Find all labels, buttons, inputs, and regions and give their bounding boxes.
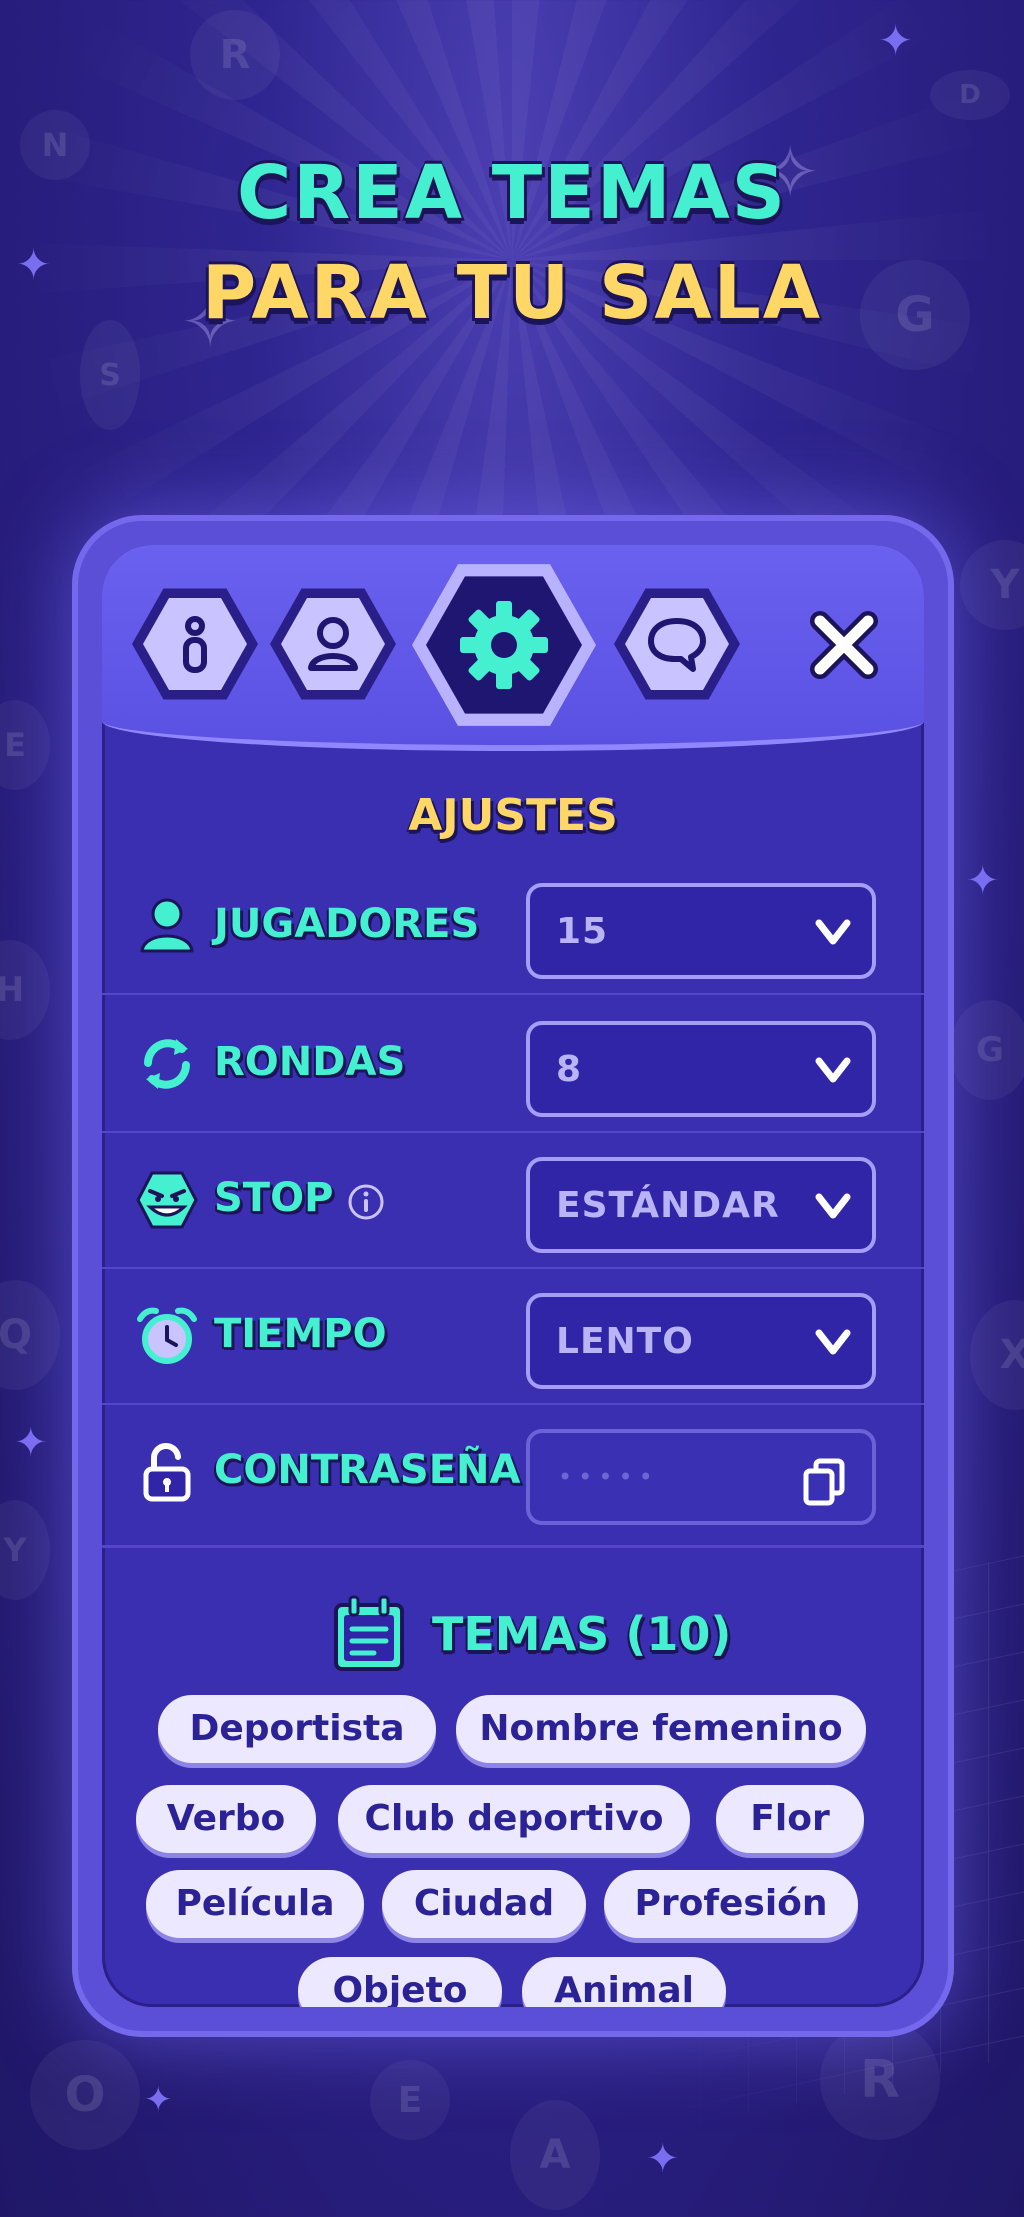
setting-row-stop: STOP ESTÁNDAR [102,1131,924,1269]
settings-title: AJUSTES [408,790,618,841]
monster-face-icon [136,1171,198,1229]
rounds-value: 8 [556,1049,583,1090]
headline-line-1: CREA TEMAS [236,150,788,236]
decorative-coin: G [950,1000,1024,1100]
setting-row-players: JUGADORES 15 [102,857,924,995]
chevron-down-icon [815,1193,851,1219]
chevron-down-icon [815,1057,851,1083]
setting-row-rounds: RONDAS 8 [102,995,924,1133]
stop-label: STOP [214,1175,334,1221]
theme-chip[interactable]: Profesión [604,1870,858,1938]
password-value: ••••• [558,1463,659,1491]
close-icon[interactable] [804,605,884,685]
alarm-clock-icon [137,1307,197,1364]
time-label: TIEMPO [214,1311,387,1357]
chat-icon [648,618,706,672]
decorative-coin: X [970,1300,1024,1410]
password-label: CONTRASEÑA [214,1447,521,1493]
tab-chat[interactable] [614,588,740,700]
divider [102,1545,924,1548]
players-select[interactable]: 15 [526,883,876,979]
decorative-coin: R [820,2020,940,2140]
theme-chip[interactable]: Deportista [158,1695,436,1763]
decorative-coin: O [30,2040,140,2150]
notepad-icon [334,1595,404,1671]
tab-info[interactable] [132,588,258,700]
gear-icon [460,601,548,689]
players-label: JUGADORES [214,901,480,947]
password-field[interactable]: ••••• [526,1429,876,1525]
stop-value: ESTÁNDAR [556,1185,780,1226]
theme-chip[interactable]: Ciudad [382,1870,586,1938]
decorative-coin: H [0,940,50,1040]
decorative-coin: Y [960,540,1024,630]
stop-select[interactable]: ESTÁNDAR [526,1157,876,1253]
theme-chip[interactable]: Objeto [298,1957,502,2007]
sparkle-icon: ✦ [14,1420,48,1466]
decorative-coin: D [930,70,1010,120]
tab-settings[interactable] [412,564,596,726]
user-icon [308,617,358,671]
settings-panel: AJUSTES JUGADORES 15 RONDAS 8 STOP ESTÁN… [72,515,954,2037]
time-value: LENTO [556,1321,694,1362]
players-value: 15 [556,911,609,952]
unlocked-padlock-icon [143,1443,191,1502]
theme-chip[interactable]: Animal [522,1957,726,2007]
tab-bar [102,545,924,751]
decorative-coin: E [370,2060,450,2140]
headline-line-2: PARA TU SALA [201,250,823,336]
user-icon [140,898,194,953]
chevron-down-icon [815,1329,851,1355]
theme-chip[interactable]: Club deportivo [338,1785,690,1853]
theme-chip[interactable]: Película [146,1870,364,1938]
themes-header: TEMAS (10) [102,1585,924,1675]
sparkle-icon: ✦ [966,858,1000,904]
rounds-label: RONDAS [214,1039,406,1085]
decorative-coin: Y [0,1500,50,1600]
decorative-coin: Q [0,1280,60,1390]
copy-icon[interactable] [802,1457,848,1507]
sparkle-icon: ✦ [144,2080,173,2120]
rounds-select[interactable]: 8 [526,1021,876,1117]
time-select[interactable]: LENTO [526,1293,876,1389]
decorative-coin: E [0,700,50,790]
settings-panel-body: AJUSTES JUGADORES 15 RONDAS 8 STOP ESTÁN… [102,545,924,2007]
theme-chip[interactable]: Verbo [136,1785,316,1853]
info-circle-icon[interactable] [347,1183,385,1221]
refresh-icon [144,1039,190,1089]
chevron-down-icon [815,919,851,945]
themes-label: TEMAS (10) [432,1607,732,1661]
theme-chip[interactable]: Flor [716,1785,864,1853]
theme-chip[interactable]: Nombre femenino [456,1695,866,1763]
sparkle-icon: ✦ [646,2136,680,2182]
sparkle-icon: ✦ [878,16,914,65]
tab-players[interactable] [270,588,396,700]
info-icon [183,616,207,673]
decorative-coin: R [190,10,280,100]
setting-row-password: CONTRASEÑA ••••• [102,1403,924,1539]
decorative-coin: S [80,320,140,430]
decorative-coin: A [510,2100,600,2210]
setting-row-time: TIEMPO LENTO [102,1267,924,1405]
